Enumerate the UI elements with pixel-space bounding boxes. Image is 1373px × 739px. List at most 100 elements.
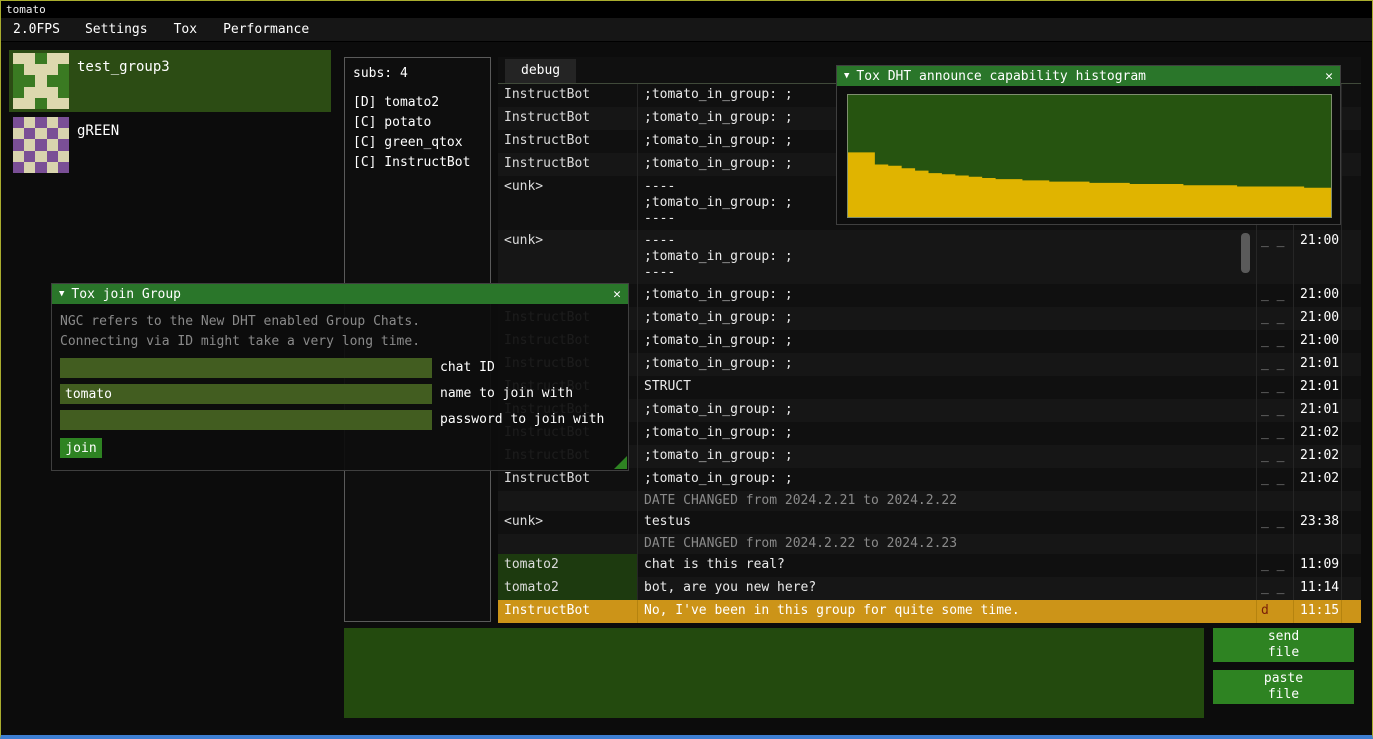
message-status: _ _ — [1257, 307, 1294, 330]
join-button[interactable]: join — [60, 438, 102, 458]
send-file-button[interactable]: send file — [1213, 628, 1354, 662]
message-time: 21:00 — [1294, 330, 1342, 353]
tab-debug[interactable]: debug — [505, 59, 576, 83]
message-time: 11:14 — [1294, 577, 1342, 600]
message-text: chat is this real? — [638, 554, 1257, 577]
subs-header: subs: 4 — [345, 58, 490, 93]
chat-message-row[interactable]: tomato2chat is this real?_ _11:09 — [498, 554, 1361, 577]
menu-tox[interactable]: Tox — [161, 18, 210, 41]
message-time — [1294, 491, 1342, 511]
join-window-title: Tox join Group — [71, 287, 181, 302]
fps-counter: 2.0FPS — [1, 22, 72, 37]
sub-item-potato[interactable]: [C] potato — [345, 113, 490, 133]
title-bar: tomato — [1, 1, 1372, 18]
row-pad — [1342, 153, 1361, 176]
close-icon[interactable]: ✕ — [613, 287, 621, 302]
chat-message-row[interactable]: <unk>testus_ _23:38 — [498, 511, 1361, 534]
sub-item-green_qtox[interactable]: [C] green_qtox — [345, 133, 490, 153]
row-pad — [1342, 84, 1361, 107]
message-text: ;tomato_in_group: ; — [638, 468, 1257, 491]
row-pad — [1342, 600, 1361, 623]
message-text: testus — [638, 511, 1257, 534]
join-window-titlebar[interactable]: ▼ Tox join Group ✕ — [52, 284, 628, 304]
message-time: 11:09 — [1294, 554, 1342, 577]
row-pad — [1342, 376, 1361, 399]
message-text: STRUCT — [638, 376, 1257, 399]
message-time: 21:00 — [1294, 284, 1342, 307]
message-sender: InstructBot — [498, 153, 638, 176]
message-sender: <unk> — [498, 230, 638, 284]
message-sender: InstructBot — [498, 107, 638, 130]
join-fields: chat ID name to join with password to join… — [60, 358, 620, 430]
join-info-line: NGC refers to the New DHT enabled Group … — [60, 312, 620, 332]
message-text: ;tomato_in_group: ; — [638, 330, 1257, 353]
paste-file-button[interactable]: paste file — [1213, 670, 1354, 704]
message-text: ;tomato_in_group: ; — [638, 307, 1257, 330]
date-separator-text: DATE CHANGED from 2024.2.21 to 2024.2.22 — [638, 491, 1257, 511]
date-separator-row[interactable]: DATE CHANGED from 2024.2.21 to 2024.2.22 — [498, 491, 1361, 511]
row-pad — [1342, 230, 1361, 284]
message-text: ;tomato_in_group: ; — [638, 284, 1257, 307]
message-time: 11:15 — [1294, 600, 1342, 623]
row-pad — [1342, 107, 1361, 130]
chat-message-row[interactable]: <unk>---- ;tomato_in_group: ; ----_ _21:… — [498, 230, 1361, 284]
histogram-window-titlebar[interactable]: ▼ Tox DHT announce capability histogram … — [837, 66, 1340, 86]
message-sender: tomato2 — [498, 577, 638, 600]
sub-item-tomato2[interactable]: [D] tomato2 — [345, 93, 490, 113]
message-status: _ _ — [1257, 577, 1294, 600]
row-pad — [1342, 577, 1361, 600]
chat-message-row[interactable]: InstructBotNo, I've been in this group f… — [498, 600, 1361, 623]
date-separator-row[interactable]: DATE CHANGED from 2024.2.22 to 2024.2.23 — [498, 534, 1361, 554]
row-pad — [1342, 330, 1361, 353]
chat-message-row[interactable]: InstructBot;tomato_in_group: ;_ _21:02 — [498, 468, 1361, 491]
message-input[interactable] — [344, 628, 1204, 718]
message-time: 21:01 — [1294, 399, 1342, 422]
join-window-body: NGC refers to the New DHT enabled Group … — [52, 304, 628, 466]
chat-ID-input[interactable] — [60, 358, 432, 378]
menu-settings[interactable]: Settings — [72, 18, 161, 41]
message-time: 21:00 — [1294, 307, 1342, 330]
join-field-row: name to join with — [60, 384, 620, 404]
app-window: tomato 2.0FPS SettingsToxPerformance tes… — [0, 0, 1373, 739]
row-pad — [1342, 307, 1361, 330]
name-to-join-with-input[interactable] — [60, 384, 432, 404]
row-pad — [1342, 491, 1361, 511]
group-name: gREEN — [77, 123, 119, 176]
group-avatar — [13, 53, 69, 109]
chat-scrollbar-thumb[interactable] — [1241, 233, 1250, 273]
collapse-icon[interactable]: ▼ — [844, 71, 849, 81]
date-separator-text: DATE CHANGED from 2024.2.22 to 2024.2.23 — [638, 534, 1257, 554]
group-item-gREEN[interactable]: gREEN — [9, 114, 331, 176]
row-pad — [1342, 554, 1361, 577]
collapse-icon[interactable]: ▼ — [59, 289, 64, 299]
password-to-join-with-input[interactable] — [60, 410, 432, 430]
sub-item-InstructBot[interactable]: [C] InstructBot — [345, 153, 490, 173]
resize-grip[interactable] — [614, 456, 627, 469]
message-time: 21:02 — [1294, 445, 1342, 468]
row-pad — [1342, 534, 1361, 554]
row-pad — [1342, 353, 1361, 376]
row-pad — [1342, 130, 1361, 153]
row-pad — [1342, 284, 1361, 307]
message-sender: InstructBot — [498, 84, 638, 107]
chat-message-row[interactable]: tomato2bot, are you new here?_ _11:14 — [498, 577, 1361, 600]
row-pad — [1342, 468, 1361, 491]
message-text: ;tomato_in_group: ; — [638, 353, 1257, 376]
menu-performance[interactable]: Performance — [210, 18, 322, 41]
message-text: bot, are you new here? — [638, 577, 1257, 600]
dht-histogram-plot — [847, 94, 1332, 218]
menu-bar: 2.0FPS SettingsToxPerformance — [1, 18, 1372, 42]
join-field-label: chat ID — [440, 358, 495, 378]
row-pad — [1342, 422, 1361, 445]
message-status — [1257, 534, 1294, 554]
row-pad — [1342, 176, 1361, 230]
message-status: _ _ — [1257, 511, 1294, 534]
join-field-row: password to join with — [60, 410, 620, 430]
message-status — [1257, 491, 1294, 511]
groups-sidebar: test_group3 gREEN — [9, 50, 331, 178]
join-field-row: chat ID — [60, 358, 620, 378]
close-icon[interactable]: ✕ — [1325, 69, 1333, 84]
message-sender: <unk> — [498, 511, 638, 534]
group-item-test_group3[interactable]: test_group3 — [9, 50, 331, 112]
message-status: _ _ — [1257, 399, 1294, 422]
